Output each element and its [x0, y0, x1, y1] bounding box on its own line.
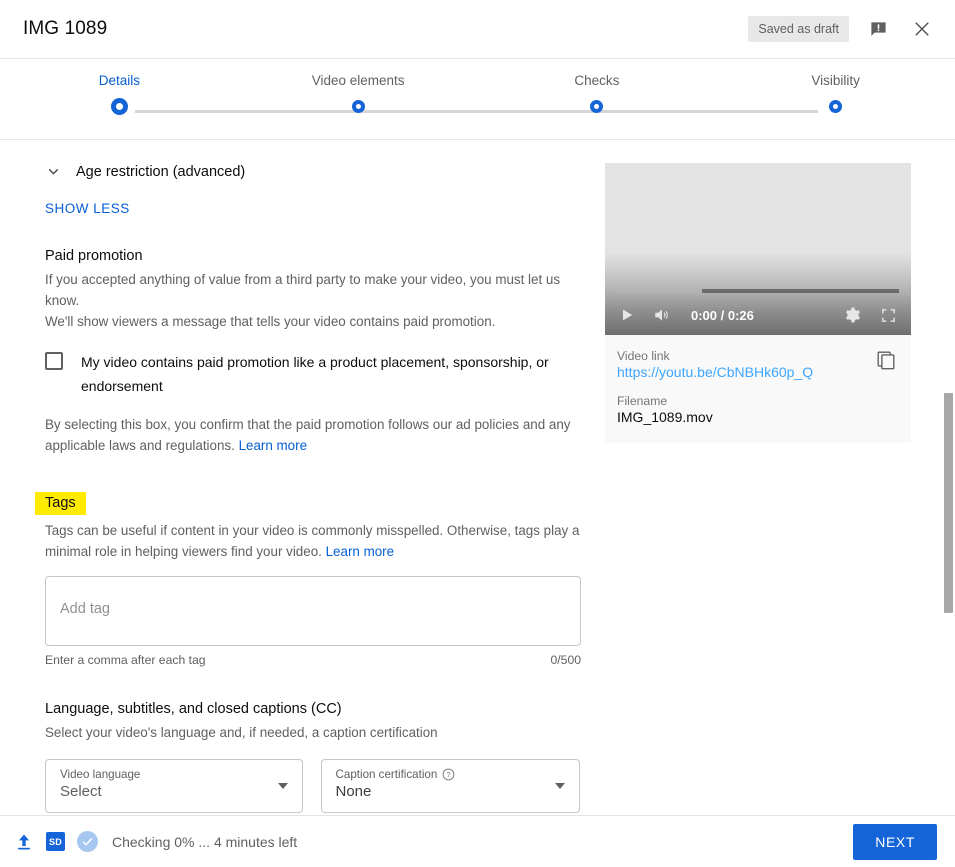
- tags-learn-more-link[interactable]: Learn more: [326, 544, 394, 559]
- caption-certification-caption: Caption certification ?: [336, 768, 546, 781]
- next-button[interactable]: NEXT: [853, 823, 937, 860]
- paid-promotion-checkbox-row[interactable]: My video contains paid promotion like a …: [45, 350, 580, 398]
- video-time-display: 0:00 / 0:26: [691, 307, 754, 323]
- svg-text:?: ?: [447, 770, 451, 779]
- stepper-step-details[interactable]: Details: [0, 73, 239, 115]
- scrollbar-thumb[interactable]: [944, 393, 953, 613]
- video-progress-bar[interactable]: [617, 289, 899, 293]
- stepper-label-checks: Checks: [574, 73, 620, 88]
- paid-promotion-title: Paid promotion: [45, 248, 143, 264]
- age-restriction-title: Age restriction (advanced): [76, 163, 246, 180]
- copy-link-button[interactable]: [875, 349, 897, 376]
- scrollbar-track[interactable]: [942, 141, 955, 815]
- tags-meta: Enter a comma after each tag 0/500: [45, 653, 581, 667]
- show-less-button[interactable]: SHOW LESS: [45, 201, 130, 216]
- tags-description-text: Tags can be useful if content in your vi…: [45, 523, 580, 559]
- tags-section: Tags Tags can be useful if content in yo…: [35, 492, 581, 667]
- checkmark-icon: [82, 837, 93, 846]
- video-controls: 0:00 / 0:26: [605, 295, 911, 335]
- video-language-value: Select: [60, 783, 102, 800]
- video-language-select[interactable]: Video language Select: [45, 759, 303, 813]
- chevron-down-icon: [555, 783, 565, 789]
- filename-value: IMG_1089.mov: [617, 409, 713, 425]
- fullscreen-button[interactable]: [880, 307, 897, 324]
- video-link[interactable]: https://youtu.be/CbNBHk60p_Q: [617, 364, 895, 380]
- check-circle-icon: [77, 831, 98, 852]
- content-columns: Age restriction (advanced) SHOW LESS Pai…: [0, 141, 955, 815]
- gear-icon: [845, 307, 861, 323]
- paid-promotion-disclaimer: By selecting this box, you confirm that …: [45, 414, 580, 456]
- stepper-dot-checks: [590, 100, 604, 113]
- paid-promotion-disclaimer-text: By selecting this box, you confirm that …: [45, 417, 571, 453]
- age-restriction-section[interactable]: Age restriction (advanced): [45, 163, 580, 180]
- close-button[interactable]: [907, 14, 937, 44]
- copy-icon: [877, 351, 895, 370]
- language-selects: Video language Select Caption certificat…: [45, 759, 580, 813]
- caption-certification-select[interactable]: Caption certification ? None: [320, 759, 580, 813]
- page-title: IMG 1089: [23, 18, 108, 39]
- stepper-step-video-elements[interactable]: Video elements: [239, 73, 478, 115]
- volume-button[interactable]: [653, 306, 671, 324]
- upload-icon: [18, 834, 30, 849]
- upload-status-text: Checking 0% ... 4 minutes left: [112, 833, 298, 850]
- quality-badge: SD: [46, 832, 65, 851]
- language-description: Select your video's language and, if nee…: [45, 725, 438, 740]
- video-link-label: Video link: [617, 349, 670, 363]
- tags-description: Tags can be useful if content in your vi…: [45, 520, 580, 562]
- stepper-step-visibility[interactable]: Visibility: [716, 73, 955, 115]
- upload-stepper: Details Video elements Checks Visibility: [0, 59, 955, 140]
- chevron-down-icon: [48, 168, 59, 175]
- language-section: Language, subtitles, and closed captions…: [45, 701, 580, 815]
- stepper-label-video-elements: Video elements: [311, 73, 405, 88]
- dialog-footer: SD Checking 0% ... 4 minutes left NEXT: [0, 815, 955, 867]
- tags-title: Tags: [35, 492, 86, 515]
- video-progress-buffer: [617, 289, 702, 293]
- details-form: Age restriction (advanced) SHOW LESS Pai…: [0, 163, 585, 815]
- caption-certification-caption-text: Caption certification: [335, 768, 438, 781]
- feedback-button[interactable]: [863, 14, 893, 44]
- paid-promotion-learn-more-link[interactable]: Learn more: [239, 438, 307, 453]
- fullscreen-icon: [882, 308, 895, 322]
- header-actions: Saved as draft: [748, 14, 937, 44]
- help-icon[interactable]: ?: [442, 768, 455, 781]
- paid-promotion-description-line2: We'll show viewers a message that tells …: [45, 314, 496, 329]
- stepper-step-checks[interactable]: Checks: [478, 73, 717, 115]
- stepper-steps: Details Video elements Checks Visibility: [0, 73, 955, 115]
- stepper-dot-video-elements: [351, 100, 365, 113]
- dialog-header: IMG 1089 Saved as draft: [0, 0, 955, 59]
- paid-promotion-checkbox-label: My video contains paid promotion like a …: [81, 354, 549, 394]
- paid-promotion-description-line1: If you accepted anything of value from a…: [45, 272, 561, 308]
- paid-promotion-description: If you accepted anything of value from a…: [45, 269, 580, 332]
- play-icon: [623, 309, 633, 321]
- tags-input[interactable]: Add tag: [45, 576, 581, 646]
- details-body: Age restriction (advanced) SHOW LESS Pai…: [0, 141, 955, 815]
- stepper-dot-details: [110, 98, 128, 115]
- stepper-label-visibility: Visibility: [811, 73, 860, 88]
- status-badge: Saved as draft: [748, 16, 849, 42]
- video-metadata: Video link https://youtu.be/CbNBHk60p_Q …: [605, 335, 911, 443]
- stepper-label-details: Details: [98, 73, 140, 88]
- play-button[interactable]: [619, 307, 635, 323]
- video-preview-card: 0:00 / 0:26 Video link https://youtu.be/…: [605, 163, 911, 443]
- meta-spacer: [617, 380, 895, 394]
- video-language-caption: Video language: [60, 768, 141, 781]
- feedback-icon: [870, 21, 886, 36]
- upload-status-group: SD: [14, 831, 98, 852]
- filename-label: Filename: [617, 394, 668, 408]
- caption-certification-value: None: [335, 783, 372, 800]
- stepper-dot-visibility: [829, 100, 843, 113]
- video-preview-column: 0:00 / 0:26 Video link https://youtu.be/…: [585, 163, 911, 815]
- language-title: Language, subtitles, and closed captions…: [45, 701, 342, 717]
- video-thumbnail[interactable]: 0:00 / 0:26: [605, 163, 911, 335]
- close-icon: [915, 22, 929, 36]
- tags-counter: 0/500: [550, 653, 582, 667]
- chevron-down-icon: [277, 783, 288, 789]
- paid-promotion-section: Paid promotion If you accepted anything …: [45, 248, 580, 456]
- paid-promotion-checkbox[interactable]: [45, 352, 63, 370]
- volume-icon: [655, 309, 668, 321]
- tags-hint: Enter a comma after each tag: [45, 653, 206, 667]
- settings-button[interactable]: [844, 306, 862, 324]
